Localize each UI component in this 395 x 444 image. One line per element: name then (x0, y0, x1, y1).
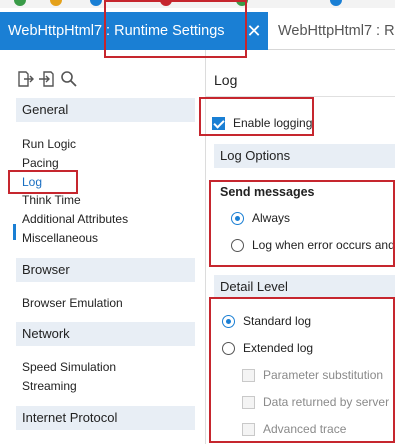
toolbar-icon[interactable] (14, 0, 26, 6)
radio-standard-log[interactable]: Standard log (222, 314, 311, 328)
nav-item-speed-simulation[interactable]: Speed Simulation (22, 360, 116, 374)
parameter-substitution-label: Parameter substitution (263, 368, 384, 382)
toolbar-icon[interactable] (90, 0, 102, 6)
radio-standard-log-label: Standard log (243, 314, 312, 328)
radio-always-label: Always (252, 211, 291, 225)
parameter-substitution-row[interactable]: Parameter substitution (242, 368, 383, 382)
tab-runtime-settings[interactable]: WebHttpHtml7 : Runtime Settings ✕ (0, 12, 268, 50)
selection-indicator (13, 224, 16, 240)
tab-bar: WebHttpHtml7 : Runtime Settings ✕ WebHtt… (0, 8, 395, 50)
enable-logging-checkbox[interactable] (212, 116, 225, 130)
close-icon[interactable]: ✕ (244, 12, 264, 50)
import-icon[interactable] (38, 70, 56, 88)
nav-item-pacing[interactable]: Pacing (22, 156, 59, 170)
toolbar-icon[interactable] (236, 0, 248, 6)
toolbar-icon[interactable] (160, 0, 172, 6)
radio-log-on-error-button[interactable] (231, 238, 244, 252)
radio-always-button[interactable] (231, 211, 244, 225)
nav-item-think-time[interactable]: Think Time (22, 193, 81, 207)
toolbar-icon[interactable] (330, 0, 342, 6)
section-browser[interactable]: Browser (16, 258, 195, 282)
parameter-substitution-checkbox[interactable] (242, 368, 255, 382)
tab-title: WebHttpHtml7 : Runtime Settings (8, 23, 225, 39)
tab-inactive[interactable]: WebHttpHtml7 : R (270, 12, 395, 50)
page-title: Log (214, 72, 238, 88)
export-icon[interactable] (16, 70, 34, 88)
send-messages-title: Send messages (220, 185, 315, 199)
nav-item-streaming[interactable]: Streaming (22, 379, 77, 393)
nav-item-run-logic[interactable]: Run Logic (22, 137, 76, 151)
radio-extended-log[interactable]: Extended log (222, 341, 313, 355)
radio-always[interactable]: Always (231, 211, 290, 225)
section-network[interactable]: Network (16, 322, 195, 346)
radio-extended-log-label: Extended log (243, 341, 314, 355)
section-internet-protocol[interactable]: Internet Protocol (16, 406, 195, 430)
detail-level-header: Detail Level (214, 275, 395, 299)
data-returned-checkbox[interactable] (242, 395, 255, 409)
settings-tree: General Run Logic Pacing Log Think Time … (0, 50, 203, 444)
radio-extended-log-button[interactable] (222, 341, 235, 355)
divider (206, 96, 395, 97)
nav-item-log[interactable]: Log (22, 175, 42, 189)
data-returned-row[interactable]: Data returned by server (242, 395, 389, 409)
advanced-trace-label: Advanced trace (263, 422, 347, 436)
nav-item-additional-attributes[interactable]: Additional Attributes (22, 212, 128, 226)
send-messages-label: Send messages (220, 185, 315, 199)
nav-item-browser-emulation[interactable]: Browser Emulation (22, 296, 123, 310)
enable-logging-row[interactable]: Enable logging (212, 116, 312, 130)
advanced-trace-checkbox[interactable] (242, 422, 255, 436)
data-returned-label: Data returned by server (263, 395, 390, 409)
radio-standard-log-button[interactable] (222, 314, 235, 328)
tree-toolbar (16, 70, 78, 88)
radio-log-on-error-label: Log when error occurs and (252, 238, 395, 252)
log-options-header: Log Options (214, 144, 395, 168)
search-icon[interactable] (60, 70, 78, 88)
log-settings-panel: Log Enable logging Log Options Send mess… (205, 50, 395, 444)
radio-log-on-error[interactable]: Log when error occurs and (231, 238, 395, 252)
toolbar-icon[interactable] (50, 0, 62, 6)
section-general[interactable]: General (16, 98, 195, 122)
top-toolbar-strip (0, 0, 395, 8)
advanced-trace-row[interactable]: Advanced trace (242, 422, 346, 436)
nav-item-miscellaneous[interactable]: Miscellaneous (22, 231, 98, 245)
enable-logging-label: Enable logging (233, 116, 313, 130)
